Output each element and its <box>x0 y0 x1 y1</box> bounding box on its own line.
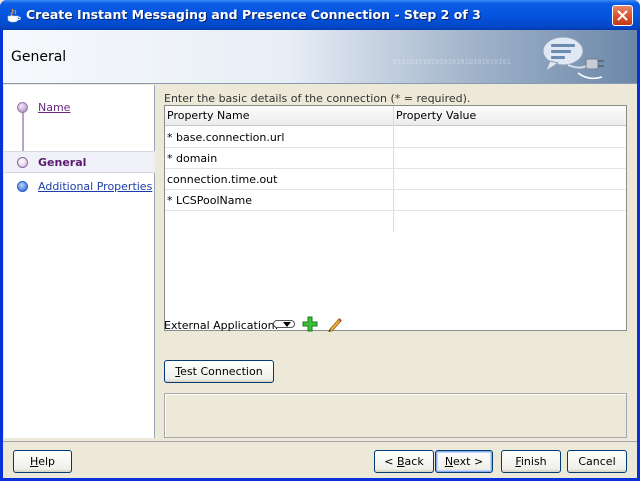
close-button[interactable] <box>612 5 633 26</box>
cancel-button[interactable]: Cancel <box>567 450 627 473</box>
property-name-cell: * domain <box>167 152 218 165</box>
step-done-icon <box>17 102 28 113</box>
next-label: ext > <box>453 455 484 468</box>
column-header-property-name[interactable]: Property Name <box>167 109 250 122</box>
nav-item-label[interactable]: Additional Properties <box>38 180 152 193</box>
property-name-cell: connection.time.out <box>167 173 278 186</box>
help-mnemonic: H <box>29 455 39 468</box>
table-header: Property Name Property Value <box>165 106 626 126</box>
table-row[interactable]: * base.connection.url <box>165 127 626 148</box>
finish-button[interactable]: Finish <box>501 450 561 473</box>
test-connection-button[interactable]: Test Connection <box>164 360 274 383</box>
dialog-client-area: General 0101010101010101010101010101 Nam… <box>3 30 637 478</box>
java-cup-icon <box>7 8 21 23</box>
page-header: General 0101010101010101010101010101 <box>3 30 637 84</box>
instructions-text: Enter the basic details of the connectio… <box>164 92 471 105</box>
wizard-nav: Name General Additional Properties <box>4 85 155 438</box>
back-prefix: < <box>384 455 397 468</box>
back-mnemonic: B <box>397 455 405 468</box>
nav-item-label[interactable]: Name <box>38 101 70 114</box>
next-mnemonic: N <box>444 455 454 468</box>
status-message-area <box>164 393 627 438</box>
dialog-window: Create Instant Messaging and Presence Co… <box>0 0 640 481</box>
nav-item-additional-properties[interactable]: Additional Properties <box>4 176 155 198</box>
window-title: Create Instant Messaging and Presence Co… <box>26 7 481 22</box>
next-button[interactable]: Next > <box>435 450 493 473</box>
table-row[interactable]: * LCSPoolName <box>165 190 626 211</box>
property-value-cell[interactable] <box>394 148 626 168</box>
table-row[interactable]: connection.time.out <box>165 169 626 190</box>
step-next-icon <box>17 181 28 192</box>
property-value-cell[interactable] <box>394 169 626 189</box>
step-current-icon <box>17 157 28 168</box>
nav-item-name[interactable]: Name <box>4 97 155 119</box>
column-header-property-value[interactable]: Property Value <box>396 109 476 122</box>
table-row[interactable]: * domain <box>165 148 626 169</box>
property-value-cell[interactable] <box>394 190 626 210</box>
chevron-down-icon <box>283 322 291 327</box>
speech-bubble-plug-icon <box>542 36 604 80</box>
property-name-cell: * LCSPoolName <box>167 194 252 207</box>
help-button[interactable]: Help <box>13 450 72 473</box>
help-label: elp <box>38 455 56 468</box>
back-label: ack <box>404 455 424 468</box>
property-name-cell: * base.connection.url <box>167 131 285 144</box>
header-binary-decoration: 0101010101010101010101010101 <box>393 58 512 66</box>
add-icon[interactable] <box>302 316 318 332</box>
test-connection-label: est Connection <box>180 365 263 378</box>
properties-table[interactable]: Property Name Property Value * base.conn… <box>164 105 627 331</box>
external-application-label: External Application: <box>164 319 279 332</box>
external-application-dropdown[interactable] <box>273 320 295 328</box>
close-icon <box>617 10 628 21</box>
footer-divider <box>3 441 637 442</box>
pencil-edit-icon[interactable] <box>327 316 343 332</box>
title-bar[interactable]: Create Instant Messaging and Presence Co… <box>0 0 640 30</box>
cancel-label: Cancel <box>578 455 616 468</box>
nav-item-general[interactable]: General <box>4 151 155 173</box>
finish-label: inish <box>520 455 547 468</box>
back-button[interactable]: < Back <box>374 450 434 473</box>
property-value-cell[interactable] <box>394 127 626 147</box>
page-title: General <box>11 49 67 65</box>
nav-item-label: General <box>38 156 87 169</box>
